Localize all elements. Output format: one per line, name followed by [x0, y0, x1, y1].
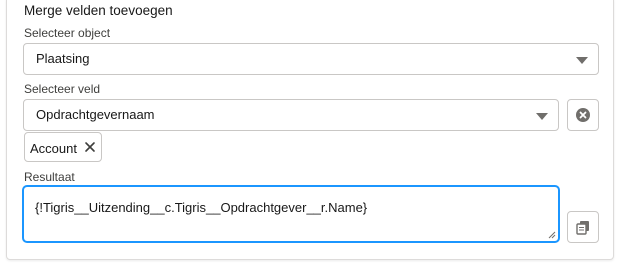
resize-grip-icon[interactable]: [548, 231, 556, 239]
copy-icon: [576, 220, 589, 235]
panel-title: Merge velden toevoegen: [24, 3, 173, 18]
chevron-down-icon: [536, 113, 548, 120]
result-textarea[interactable]: {!Tigris__Uitzending__c.Tigris__Opdracht…: [23, 186, 559, 242]
chevron-down-icon: [576, 57, 588, 64]
clear-field-button[interactable]: [567, 99, 599, 131]
circle-x-icon: [576, 108, 590, 122]
field-select-value: Opdrachtgevernaam: [36, 107, 155, 122]
pill-label: Account: [30, 141, 77, 156]
selected-field-pill: Account: [24, 132, 102, 162]
result-label: Resultaat: [24, 170, 75, 184]
field-select[interactable]: Opdrachtgevernaam: [23, 99, 559, 131]
field-label: Selecteer veld: [24, 82, 101, 96]
object-label: Selecteer object: [24, 26, 111, 40]
close-icon[interactable]: [84, 141, 96, 153]
copy-button[interactable]: [567, 211, 599, 243]
result-value: {!Tigris__Uitzending__c.Tigris__Opdracht…: [35, 200, 368, 215]
object-select[interactable]: Plaatsing: [23, 43, 599, 75]
object-select-value: Plaatsing: [36, 51, 90, 66]
